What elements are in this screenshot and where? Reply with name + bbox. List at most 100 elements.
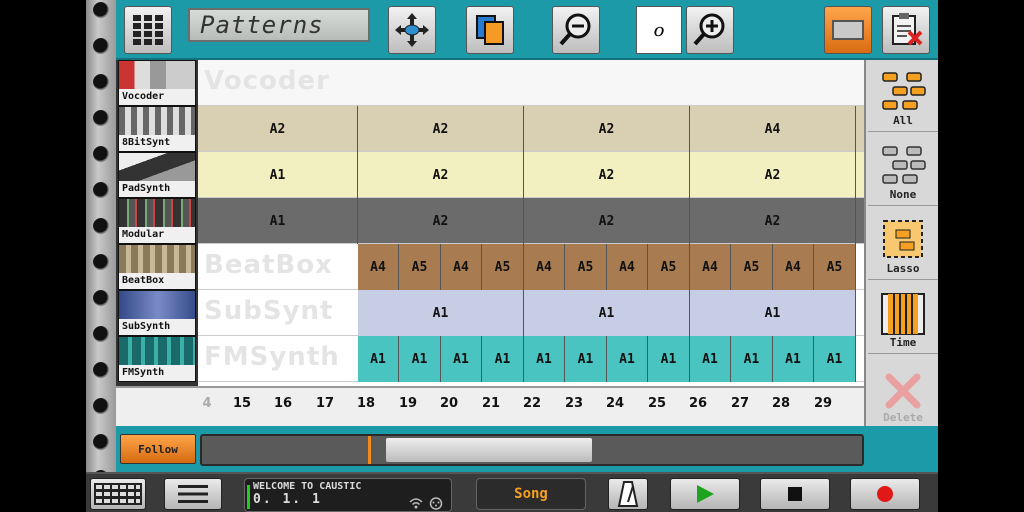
- all-blocks-icon: [882, 72, 926, 110]
- track-beatbox[interactable]: BeatBox: [118, 244, 196, 290]
- song-mode-button[interactable]: Song: [476, 478, 586, 510]
- hamburger-menu-icon: [178, 485, 208, 503]
- menu-button[interactable]: [164, 478, 222, 510]
- pattern-block[interactable]: A1: [441, 336, 482, 382]
- pattern-block[interactable]: A4: [441, 244, 482, 290]
- pattern-block[interactable]: A4: [690, 244, 731, 290]
- sequencer-row-modular[interactable]: A1 A2 A2 A2: [198, 198, 864, 244]
- track-list: Vocoder 8BitSynt PadSynth Modular BeatBo…: [116, 60, 198, 386]
- keyboard-button[interactable]: [90, 478, 146, 510]
- zoom-in-button[interactable]: [686, 6, 734, 54]
- track-subsynth[interactable]: SubSynth: [118, 290, 196, 336]
- sequencer-row-beatbox[interactable]: BeatBox A4 A5 A4 A5 A4 A5 A4 A5 A4 A5 A4…: [198, 244, 864, 290]
- pattern-block[interactable]: A1: [358, 290, 524, 336]
- track-ghost-label: Vocoder: [204, 66, 330, 96]
- pattern-block[interactable]: A1: [773, 336, 814, 382]
- track-label: PadSynth: [119, 181, 195, 197]
- sequencer-row-vocoder[interactable]: Vocoder: [198, 60, 864, 106]
- pattern-block[interactable]: A4: [773, 244, 814, 290]
- pattern-block[interactable]: A5: [399, 244, 441, 290]
- pattern-block[interactable]: A1: [198, 198, 358, 244]
- pattern-block[interactable]: A4: [690, 106, 856, 152]
- pattern-block[interactable]: A2: [524, 198, 690, 244]
- pattern-block[interactable]: A1: [690, 290, 856, 336]
- spiral-hole: [93, 218, 109, 234]
- select-none-button[interactable]: None: [868, 134, 938, 206]
- song-scrollbar[interactable]: [200, 434, 864, 466]
- stop-button[interactable]: [760, 478, 830, 510]
- sequencer-row-fmsynth[interactable]: FMSynth A1 A1 A1 A1 A1 A1 A1 A1 A1 A1 A1…: [198, 336, 864, 382]
- delete-button[interactable]: Delete: [868, 356, 938, 428]
- pattern-block[interactable]: A1: [524, 336, 565, 382]
- track-padsynth[interactable]: PadSynth: [118, 152, 196, 198]
- pattern-block[interactable]: A1: [482, 336, 524, 382]
- pattern-block[interactable]: A2: [358, 106, 524, 152]
- lasso-button[interactable]: Lasso: [868, 208, 938, 280]
- pattern-block[interactable]: A2: [524, 152, 690, 198]
- track-label: Modular: [119, 227, 195, 243]
- track-8bitsynth[interactable]: 8BitSynt: [118, 106, 196, 152]
- pattern-block[interactable]: A1: [399, 336, 441, 382]
- pattern-block[interactable]: A2: [358, 152, 524, 198]
- pattern-block[interactable]: A5: [482, 244, 524, 290]
- track-modular[interactable]: Modular: [118, 198, 196, 244]
- top-toolbar: Patterns o: [116, 0, 938, 60]
- pattern-block[interactable]: A4: [524, 244, 565, 290]
- sequencer-row-padsynth[interactable]: A1 A2 A2 A2: [198, 152, 864, 198]
- record-button[interactable]: [850, 478, 920, 510]
- select-all-button[interactable]: All: [868, 60, 938, 132]
- zoom-out-button[interactable]: [552, 6, 600, 54]
- sequencer-row-8bitsynth[interactable]: A2 A2 A2 A4: [198, 106, 864, 152]
- track-label: Vocoder: [119, 89, 195, 105]
- metronome-button[interactable]: [608, 478, 648, 510]
- pattern-block[interactable]: A1: [814, 336, 856, 382]
- play-button[interactable]: [670, 478, 740, 510]
- timeline-tick: 16: [273, 396, 293, 411]
- timeline-ruler[interactable]: 4 15 16 17 18 19 20 21 22 23 24 25 26 27…: [116, 386, 864, 426]
- wifi-icon: [409, 498, 423, 509]
- timeline-tick: 17: [315, 396, 335, 411]
- pattern-block[interactable]: A5: [814, 244, 856, 290]
- pattern-block[interactable]: A1: [648, 336, 690, 382]
- playhead-marker[interactable]: [368, 436, 371, 464]
- pattern-block[interactable]: A1: [690, 336, 731, 382]
- pattern-block[interactable]: A2: [524, 106, 690, 152]
- track-vocoder[interactable]: Vocoder: [118, 60, 196, 106]
- pattern-block[interactable]: A1: [198, 152, 358, 198]
- move-button[interactable]: [388, 6, 436, 54]
- view-toggle-button[interactable]: [824, 6, 872, 54]
- clipboard-delete-button[interactable]: [882, 6, 930, 54]
- copy-button[interactable]: [466, 6, 514, 54]
- pattern-block[interactable]: A2: [358, 198, 524, 244]
- scrollbar-thumb[interactable]: [386, 438, 592, 462]
- pattern-block[interactable]: A1: [358, 336, 399, 382]
- copy-icon: [476, 15, 504, 45]
- sequencer-row-subsynth[interactable]: SubSynt A1 A1 A1: [198, 290, 864, 336]
- pattern-block[interactable]: A5: [565, 244, 607, 290]
- subsynth-thumbnail: [119, 291, 195, 321]
- song-sequencer-grid[interactable]: Vocoder A2 A2 A2 A4 A1 A2 A2 A2 A1 A2 A2…: [198, 60, 864, 386]
- pattern-block[interactable]: A5: [731, 244, 773, 290]
- grid-view-button[interactable]: [124, 6, 172, 54]
- track-fmsynth[interactable]: FMSynth: [118, 336, 196, 382]
- pattern-block[interactable]: A4: [607, 244, 648, 290]
- stop-icon: [788, 487, 802, 501]
- time-select-button[interactable]: Time: [868, 282, 938, 354]
- pattern-block[interactable]: A4: [358, 244, 399, 290]
- pattern-block[interactable]: A1: [731, 336, 773, 382]
- pattern-block[interactable]: A1: [565, 336, 607, 382]
- pattern-block[interactable]: A2: [690, 198, 856, 244]
- record-icon: [877, 486, 893, 502]
- spiral-hole: [93, 398, 109, 414]
- pattern-block[interactable]: A5: [648, 244, 690, 290]
- timeline-tick: 27: [730, 396, 750, 411]
- follow-button[interactable]: Follow: [120, 434, 196, 464]
- pattern-block[interactable]: A2: [690, 152, 856, 198]
- pattern-block[interactable]: A1: [524, 290, 690, 336]
- select-none-label: None: [889, 188, 917, 201]
- pattern-block[interactable]: A1: [607, 336, 648, 382]
- pattern-title-display: Patterns: [188, 8, 370, 42]
- timeline-tick: 24: [605, 396, 625, 411]
- move-arrows-icon: [395, 13, 429, 47]
- pattern-block[interactable]: A2: [198, 106, 358, 152]
